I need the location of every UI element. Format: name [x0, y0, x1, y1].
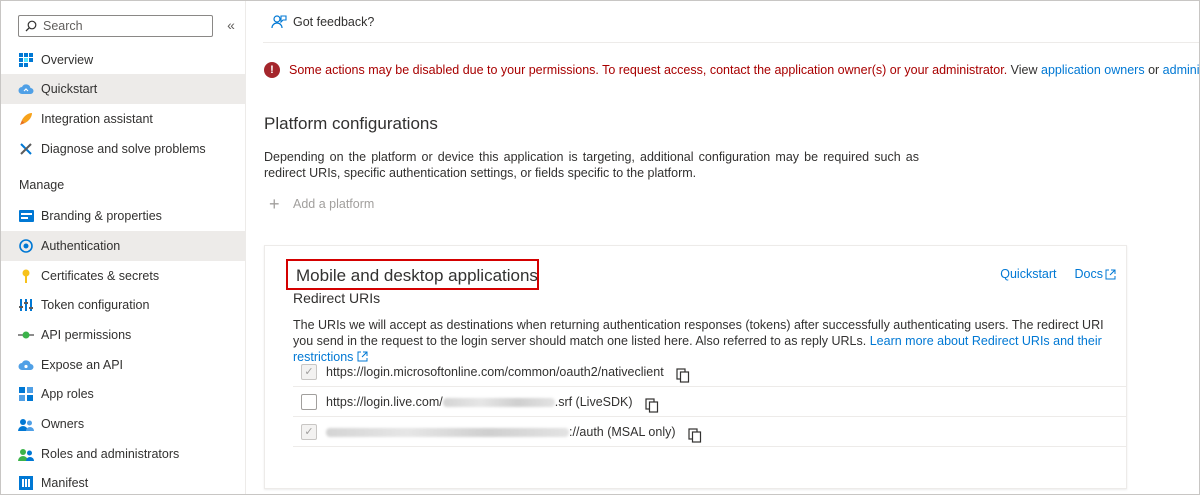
sidebar-item-owners[interactable]: Owners [1, 409, 245, 439]
sidebar-item-label: Token configuration [41, 298, 150, 312]
collapse-sidebar-button[interactable]: « [223, 15, 239, 37]
sidebar-item-quickstart[interactable]: Quickstart [1, 74, 245, 104]
branding-icon [18, 208, 34, 224]
page-title: Platform configurations [264, 114, 438, 133]
cloud-api-icon [18, 357, 34, 373]
sidebar-item-label: Authentication [41, 239, 121, 253]
redirect-uri-checkbox[interactable] [301, 363, 317, 380]
manifest-icon [18, 475, 34, 491]
main-content: Got feedback? ! Some actions may be disa… [246, 1, 1199, 494]
sidebar: « Overview Quickstart Integration assist… [1, 1, 246, 494]
highlight-box: Mobile and desktop applications [286, 259, 539, 290]
app-roles-icon [18, 386, 34, 402]
sidebar-item-label: Quickstart [41, 82, 98, 96]
redirect-uri-checkbox[interactable] [301, 393, 317, 410]
warning-or-text: or [1148, 63, 1160, 77]
redirect-uri-value: https://login.live.com/.srf (LiveSDK) [326, 394, 633, 409]
sidebar-item-authentication[interactable]: Authentication [1, 231, 245, 261]
sidebar-item-label: Manifest [41, 476, 89, 490]
card-links: Quickstart Docs [1000, 267, 1116, 281]
docs-link[interactable]: Docs [1075, 267, 1116, 281]
feedback-label: Got feedback? [293, 14, 375, 29]
redirect-uri-row: ://auth (MSAL only) [293, 417, 1126, 447]
redirect-uri-value: ://auth (MSAL only) [326, 425, 676, 439]
feedback-button[interactable]: Got feedback? [263, 14, 374, 30]
redacted-text [326, 427, 569, 437]
redirect-uri-row: https://login.live.com/.srf (LiveSDK) [293, 387, 1126, 417]
mobile-desktop-card: Mobile and desktop applications Quicksta… [264, 245, 1127, 489]
sidebar-item-certificates[interactable]: Certificates & secrets [1, 261, 245, 291]
administrators-link[interactable]: administrators [1163, 63, 1199, 77]
add-platform-button[interactable]: + Add a platform [269, 194, 375, 214]
warning-message: Some actions may be disabled due to your… [289, 63, 1008, 77]
sidebar-item-overview[interactable]: Overview [1, 45, 245, 75]
search-icon [25, 20, 37, 32]
grid-icon [18, 52, 34, 68]
sidebar-item-label: Owners [41, 417, 85, 431]
sidebar-item-label: App roles [41, 387, 94, 401]
search-input[interactable] [43, 19, 203, 33]
rocket-icon [18, 111, 34, 127]
sidebar-item-integration-assistant[interactable]: Integration assistant [1, 104, 245, 134]
sidebar-item-diagnose[interactable]: Diagnose and solve problems [1, 134, 245, 164]
feedback-icon [271, 14, 287, 28]
card-title: Mobile and desktop applications [296, 266, 538, 285]
redirect-uris-heading: Redirect URIs [293, 290, 381, 306]
sidebar-item-token-configuration[interactable]: Token configuration [1, 290, 245, 320]
sidebar-item-label: Branding & properties [41, 209, 162, 223]
redirect-uri-checkbox[interactable] [301, 423, 317, 440]
app-frame: « Overview Quickstart Integration assist… [0, 0, 1200, 495]
add-platform-label: Add a platform [293, 197, 375, 211]
cloud-icon [18, 81, 34, 97]
sidebar-item-label: Expose an API [41, 358, 124, 372]
sidebar-item-label: Roles and administrators [41, 447, 180, 461]
key-icon [18, 268, 34, 284]
sidebar-item-roles-administrators[interactable]: Roles and administrators [1, 439, 245, 469]
sidebar-item-branding[interactable]: Branding & properties [1, 201, 245, 231]
copy-icon[interactable] [676, 368, 690, 383]
permissions-warning-banner: ! Some actions may be disabled due to yo… [264, 62, 1199, 78]
sidebar-item-api-permissions[interactable]: API permissions [1, 320, 245, 350]
api-permissions-icon [18, 327, 34, 343]
token-bars-icon [18, 297, 34, 313]
warning-view-text: View [1010, 63, 1038, 77]
users-icon [18, 416, 34, 432]
sidebar-item-app-roles[interactable]: App roles [1, 379, 245, 409]
search-box[interactable] [18, 15, 213, 37]
section-header-manage: Manage [19, 178, 65, 192]
sidebar-item-manifest[interactable]: Manifest [1, 468, 245, 494]
plus-icon: + [269, 194, 280, 214]
command-bar: Got feedback? [263, 1, 1199, 43]
platform-description: Depending on the platform or device this… [264, 150, 919, 180]
redirect-uri-row: https://login.microsoftonline.com/common… [293, 357, 1126, 387]
authentication-icon [18, 238, 34, 254]
sidebar-item-label: Diagnose and solve problems [41, 142, 206, 156]
copy-icon[interactable] [687, 428, 702, 443]
roles-users-icon [18, 446, 34, 462]
external-link-icon [1105, 269, 1116, 279]
wrench-icon [18, 141, 34, 157]
redirect-uri-value: https://login.microsoftonline.com/common… [326, 364, 664, 379]
application-owners-link[interactable]: application owners [1041, 63, 1145, 77]
sidebar-item-label: API permissions [41, 328, 132, 342]
sidebar-item-label: Certificates & secrets [41, 269, 160, 283]
error-icon: ! [264, 62, 280, 78]
quickstart-link[interactable]: Quickstart [1000, 267, 1056, 281]
sidebar-item-label: Integration assistant [41, 112, 153, 126]
redacted-text [442, 397, 555, 407]
sidebar-item-label: Overview [41, 53, 94, 67]
sidebar-item-expose-api[interactable]: Expose an API [1, 350, 245, 380]
copy-icon[interactable] [644, 398, 659, 413]
